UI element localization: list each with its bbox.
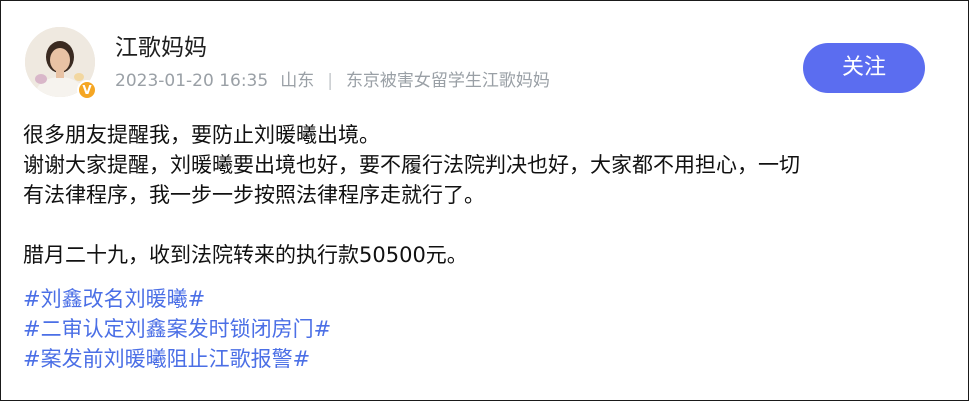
author-description: 东京被害女留学生江歌妈妈 bbox=[345, 71, 550, 91]
author-name[interactable]: 江歌妈妈 bbox=[115, 34, 207, 62]
meta-separator: | bbox=[327, 71, 333, 91]
content-line: 很多朋友提醒我，要防止刘暖曦出境。 bbox=[23, 123, 380, 147]
follow-button[interactable]: 关注 bbox=[803, 43, 925, 93]
hashtag-link[interactable]: #刘鑫改名刘暖曦# bbox=[23, 284, 953, 314]
post-meta: 2023-01-20 16:35 山东 | 东京被害女留学生江歌妈妈 bbox=[115, 70, 550, 92]
hashtag-link[interactable]: #二审认定刘鑫案发时锁闭房门# bbox=[23, 314, 953, 344]
content-line: 腊月二十九，收到法院转来的执行款50500元。 bbox=[23, 243, 468, 267]
post-content: 很多朋友提醒我，要防止刘暖曦出境。 谢谢大家提醒，刘暖曦要出境也好，要不履行法院… bbox=[23, 120, 953, 374]
verified-badge-icon: V bbox=[77, 80, 97, 100]
post-datetime[interactable]: 2023-01-20 16:35 bbox=[115, 71, 268, 91]
hashtag-list: #刘鑫改名刘暖曦# #二审认定刘鑫案发时锁闭房门# #案发前刘暖曦阻止江歌报警# bbox=[23, 284, 953, 374]
content-line: 谢谢大家提醒，刘暖曦要出境也好，要不履行法院判决也好，大家都不用担心，一切 bbox=[23, 153, 800, 177]
post-location: 山东 bbox=[280, 71, 315, 91]
hashtag-link[interactable]: #案发前刘暖曦阻止江歌报警# bbox=[23, 344, 953, 374]
weibo-post-card: V 江歌妈妈 2023-01-20 16:35 山东 | 东京被害女留学生江歌妈妈 关… bbox=[0, 0, 969, 401]
content-line: 有法律程序，我一步一步按照法律程序走就行了。 bbox=[23, 183, 485, 207]
